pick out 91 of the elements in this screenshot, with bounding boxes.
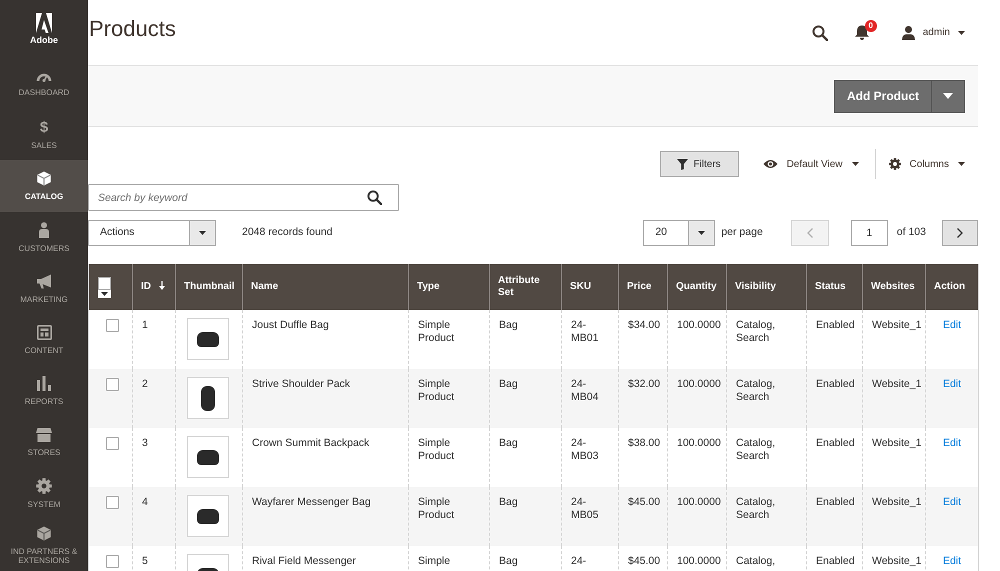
row-checkbox[interactable] [106,555,119,568]
caret-icon [698,231,706,235]
sidebar-item[interactable]: CUSTOMERS [0,212,88,264]
photo-placeholder [187,495,229,537]
sidebar-item[interactable]: IND PARTNERS & EXTENSIONS [0,520,88,571]
edit-link[interactable]: Edit [942,378,962,390]
search-icon[interactable] [367,190,382,205]
photo-placeholder [187,377,229,419]
photo-placeholder [187,318,229,360]
edit-link[interactable]: Edit [942,496,962,508]
bar-chart-icon [37,376,51,392]
gear-icon [888,158,901,170]
per-page-dropdown[interactable]: 20 [643,220,716,246]
user-menu[interactable]: admin [902,25,965,40]
add-product-menu-button[interactable] [931,80,965,112]
select-all-checkbox[interactable] [98,276,111,290]
sidebar-item[interactable]: STORES [0,416,88,468]
bell-icon[interactable] [854,25,869,40]
row-checkbox[interactable] [106,496,119,509]
caret-icon [852,162,859,166]
table-cell: Rival Field Messenger [242,546,408,571]
columns-dropdown[interactable]: Columns [888,156,965,172]
dollar-icon: $ [40,120,48,135]
table-cell: $45.00 [618,546,668,571]
per-page-label: per page [721,225,763,240]
row-checkbox[interactable] [106,378,119,391]
table-cell: Simple [408,546,490,571]
caret-icon [101,292,108,296]
table-cell: Enabled [806,546,862,571]
table-cell: 100.0000 [668,546,726,571]
column-header[interactable]: ID [132,264,176,310]
row-checkbox[interactable] [106,319,119,332]
megaphone-icon [36,274,52,289]
table-cell: Bag [490,546,562,571]
notification-count: 0 [864,20,877,32]
column-header[interactable]: Name [242,264,408,310]
logo-icon [36,12,52,33]
photo-placeholder [187,436,229,478]
layout-icon [36,324,52,340]
column-header[interactable]: Thumbnail [176,264,242,310]
add-product-button[interactable]: Add Product [834,80,932,112]
page-total: of 103 [896,225,926,240]
table-cell: Catalog, [726,546,806,571]
caret-icon [943,93,953,99]
sidebar-item[interactable]: CONTENT [0,314,88,366]
column-header[interactable]: Websites [862,264,926,310]
table-cell: Website_1 [862,546,926,571]
edit-link[interactable]: Edit [942,319,962,331]
gear-icon [36,478,52,494]
records-count: 2048 records found [242,225,332,240]
logo-text: Adobe [30,36,58,45]
eye-icon [762,159,778,169]
row-checkbox[interactable] [106,437,119,450]
page-number-field[interactable]: 1 [850,220,888,246]
cube-icon [36,170,52,186]
column-header[interactable]: Price [618,264,668,310]
sidebar-item[interactable]: DASHBOARD [0,58,88,110]
page-title: Products [89,16,176,43]
sidebar-item[interactable]: SYSTEM [0,468,88,520]
actions-dropdown[interactable]: Actions [88,220,216,246]
search-field[interactable]: Search by keyword [88,184,399,211]
sidebar-item[interactable]: CATALOG [0,160,88,212]
store-icon [36,428,52,442]
column-header[interactable]: Visibility [726,264,806,310]
sidebar-item[interactable]: $ SALES [0,109,88,160]
filters-button[interactable]: Filters [660,151,739,177]
user-icon [902,26,915,40]
column-header[interactable]: Type [408,264,490,310]
sidebar-item[interactable]: REPORTS [0,366,88,417]
person-icon [38,222,50,238]
chevron-left-icon [806,228,813,238]
view-dropdown[interactable]: Default View [762,156,859,172]
sidebar-item[interactable]: MARKETING [0,263,88,314]
column-header[interactable]: Status [806,264,862,310]
column-header[interactable]: Action [926,264,978,310]
next-page-button[interactable] [942,220,978,246]
column-header[interactable]: SKU [562,264,618,310]
edit-link[interactable]: Edit [942,555,962,567]
table-cell: 5 [132,546,176,571]
edit-link[interactable]: Edit [942,437,962,449]
search-icon[interactable] [812,24,828,40]
caret-icon [958,162,965,166]
funnel-icon [677,158,688,170]
caret-icon [958,30,965,34]
column-header[interactable]: Quantity [668,264,726,310]
cube-icon [36,526,52,541]
table-cell: 24- [562,546,618,571]
chevron-right-icon [957,228,963,238]
sort-arrow-icon [159,280,165,290]
column-header[interactable]: Attribute Set [490,264,562,310]
caret-icon [199,231,206,235]
